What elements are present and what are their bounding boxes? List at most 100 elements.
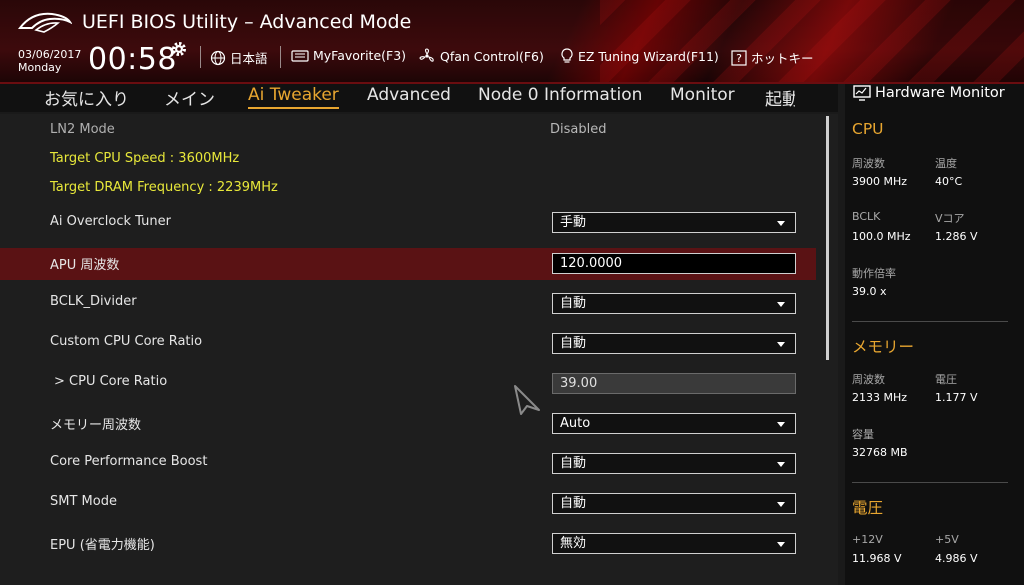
header-separator [200,46,201,68]
setting-row-epu[interactable]: EPU (省電力機能) 無効 [0,528,816,560]
mouse-cursor-icon [514,385,540,415]
hotkeys-button[interactable]: ? ホットキー [731,48,814,67]
tab-advanced[interactable]: Advanced [367,85,451,107]
memory-freq-value: 2133 MHz [852,391,908,404]
memory-frequency-dropdown[interactable]: Auto [552,413,796,434]
voltage-heading: 電圧 [852,499,884,517]
date-text: 03/06/2017 [18,48,82,61]
setting-row-ai-overclock-tuner[interactable]: Ai Overclock Tuner 手動 [0,208,816,240]
setting-row-smt-mode[interactable]: SMT Mode 自動 [0,488,816,520]
gear-icon[interactable] [170,40,188,58]
setting-row-apu-frequency[interactable]: APU 周波数 120.0000 [0,248,816,280]
v5-value: 4.986 V [935,552,978,565]
tab-favorites[interactable]: お気に入り [44,85,129,112]
epu-dropdown[interactable]: 無効 [552,533,796,554]
setting-label: Custom CPU Core Ratio [50,334,203,349]
setting-value: Disabled [550,122,607,137]
day-text: Monday [18,61,62,74]
cpu-ratio-value: 39.0 x [852,285,887,298]
chevron-down-icon [777,422,785,427]
v12-value: 11.968 V [852,552,902,565]
memory-heading: メモリー [852,338,915,356]
hotkeys-label: ホットキー [751,51,814,66]
ai-overclock-tuner-dropdown[interactable]: 手動 [552,212,796,233]
memory-freq-label: 周波数 [852,373,885,386]
header-decoration [600,0,1024,82]
v12-label: +12V [852,533,883,546]
setting-row-ln2-mode: LN2 Mode Disabled [0,120,816,152]
vcore-value: 1.286 V [935,230,978,243]
setting-label: BCLK_Divider [50,294,137,309]
chevron-down-icon [777,502,785,507]
setting-label: > CPU Core Ratio [54,374,168,389]
question-icon: ? [731,49,747,66]
qfan-button[interactable]: Qfan Control(F6) [418,48,544,64]
setting-label: Ai Overclock Tuner [50,214,171,229]
main-tab-bar: お気に入り メイン Ai Tweaker Advanced Node 0 Inf… [0,84,838,112]
setting-row-memory-frequency[interactable]: メモリー周波数 Auto [0,408,816,440]
memory-capacity-label: 容量 [852,428,874,441]
chevron-down-icon [777,302,785,307]
bclk-label: BCLK [852,210,881,223]
setting-row-cpu-core-ratio: > CPU Core Ratio 39.00 [0,368,816,400]
vcore-label: Vコア [935,212,965,225]
smt-mode-dropdown[interactable]: 自動 [552,493,796,514]
setting-label: SMT Mode [50,494,117,509]
ez-tuning-button[interactable]: EZ Tuning Wizard(F11) [560,48,719,64]
dropdown-value: 無効 [560,536,587,551]
chevron-down-icon [777,221,785,226]
tab-main[interactable]: メイン [164,85,215,112]
setting-row-custom-cpu-core-ratio[interactable]: Custom CPU Core Ratio 自動 [0,328,816,360]
cpu-temp-label: 温度 [935,157,957,170]
cpu-heading: CPU [852,120,884,138]
header-separator [280,46,281,68]
setting-row-core-performance-boost[interactable]: Core Performance Boost 自動 [0,448,816,480]
settings-scrollbar[interactable] [826,116,829,360]
dropdown-value: Auto [560,416,591,431]
hardware-monitor-title: Hardware Monitor [853,85,1005,101]
hardware-monitor-label: Hardware Monitor [875,85,1005,101]
target-cpu-speed: Target CPU Speed : 3600MHz [50,151,240,166]
hardware-monitor-panel: Hardware Monitor CPU 周波数 温度 3900 MHz 40°… [845,84,1024,585]
custom-cpu-core-ratio-dropdown[interactable]: 自動 [552,333,796,354]
setting-label: メモリー周波数 [50,418,142,433]
memory-capacity-value: 32768 MB [852,446,908,459]
memory-volt-value: 1.177 V [935,391,978,404]
dropdown-value: 自動 [560,456,587,471]
tab-monitor[interactable]: Monitor [670,85,735,107]
setting-row-bclk-divider[interactable]: BCLK_Divider 自動 [0,288,816,320]
chevron-down-icon [777,342,785,347]
tab-boot[interactable]: 起動 [765,85,795,112]
bclk-divider-dropdown[interactable]: 自動 [552,293,796,314]
tab-ai-tweaker[interactable]: Ai Tweaker [248,85,339,109]
cpu-temp-value: 40°C [935,175,963,188]
target-dram-frequency: Target DRAM Frequency : 2239MHz [50,180,278,195]
ez-tuning-label: EZ Tuning Wizard(F11) [578,48,719,64]
monitor-icon [853,85,871,101]
cpu-freq-value: 3900 MHz [852,175,908,188]
myfavorite-button[interactable]: MyFavorite(F3) [291,48,406,63]
keyboard-icon [291,49,309,62]
memory-volt-label: 電圧 [935,373,957,386]
header-bar: UEFI BIOS Utility – Advanced Mode 03/06/… [0,0,1024,84]
dropdown-value: 手動 [560,215,587,230]
cpu-core-ratio-field: 39.00 [552,373,796,394]
dropdown-value: 自動 [560,296,587,311]
lightbulb-icon [561,48,573,63]
cpu-ratio-label: 動作倍率 [852,267,896,280]
setting-label: LN2 Mode [50,122,115,137]
qfan-label: Qfan Control(F6) [440,48,544,64]
tab-node0-information[interactable]: Node 0 Information [478,85,642,107]
date-display: 03/06/2017 Monday [18,48,81,74]
language-label: 日本語 [230,51,268,66]
setting-label: EPU (省電力機能) [50,538,155,553]
setting-label: APU 周波数 [50,258,120,273]
chevron-down-icon [777,462,785,467]
myfavorite-label: MyFavorite(F3) [313,48,407,63]
apu-frequency-input[interactable]: 120.0000 [552,253,796,274]
chevron-down-icon [777,542,785,547]
cpu-freq-label: 周波数 [852,157,885,170]
core-performance-boost-dropdown[interactable]: 自動 [552,453,796,474]
language-button[interactable]: 日本語 [210,48,268,67]
app-title: UEFI BIOS Utility – Advanced Mode [82,11,412,33]
